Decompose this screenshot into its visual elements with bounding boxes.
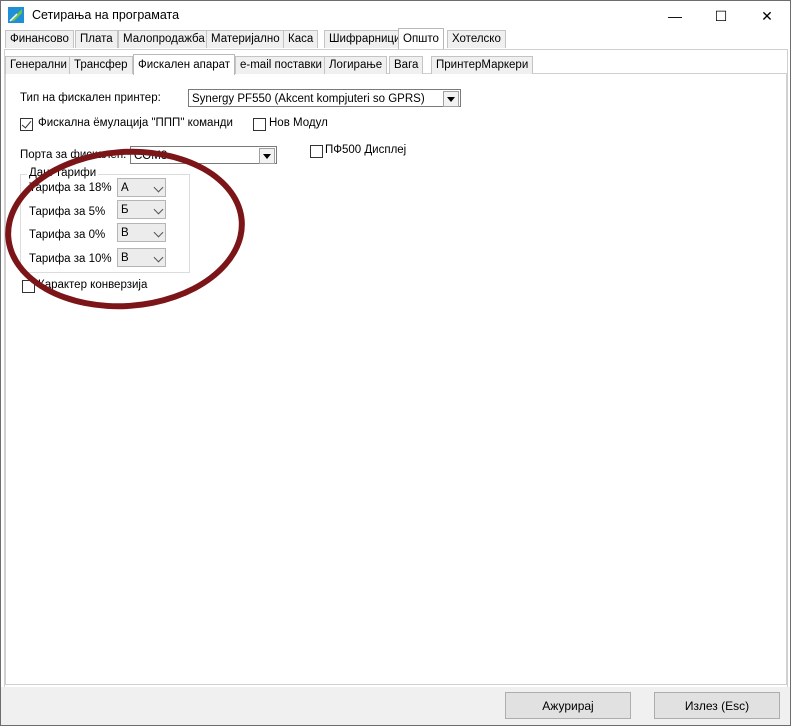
chevron-down-icon	[153, 252, 164, 263]
tab-email-postavki[interactable]: e-mail поставки	[235, 56, 327, 74]
tariff-0-value: В	[121, 227, 129, 239]
port-value: COM3	[134, 150, 168, 162]
port-label: Порта за фискален:	[20, 149, 127, 161]
tab-fiskalen-aparat[interactable]: Фискален апарат	[133, 54, 236, 75]
chevron-down-icon	[153, 204, 164, 215]
tariff-18-value: А	[121, 182, 129, 194]
tab-generalni[interactable]: Генерални	[5, 56, 72, 74]
tariff-18-select[interactable]: А	[117, 178, 166, 197]
pf500-display-checkbox[interactable]	[310, 145, 323, 158]
char-conversion-label: Карактер конверзија	[38, 279, 148, 291]
tariff-10-label: Тарифа за 10%	[29, 253, 112, 265]
maximize-button[interactable]: ☐	[698, 1, 744, 31]
chevron-down-icon	[153, 227, 164, 238]
tariff-5-label: Тарифа за 5%	[29, 206, 106, 218]
tariff-10-select[interactable]: В	[117, 248, 166, 267]
tab-plata[interactable]: Плата	[75, 30, 118, 48]
port-select[interactable]: COM3	[130, 146, 277, 164]
chevron-down-icon[interactable]	[443, 91, 459, 107]
fiscal-commands-checkbox[interactable]	[20, 118, 33, 131]
update-button[interactable]: Ажурирај	[505, 692, 631, 719]
exit-button[interactable]: Излез (Esc)	[654, 692, 780, 719]
tab-logiranje[interactable]: Логирање	[324, 56, 388, 74]
chevron-down-icon	[153, 182, 164, 193]
tariff-5-select[interactable]: Б	[117, 200, 166, 219]
window-title: Сетирања на програмата	[32, 8, 180, 22]
tab-printer-markeri[interactable]: ПринтерМаркери	[431, 56, 534, 74]
tariffs-group-title: Дан. тарифи	[27, 167, 99, 179]
tab-maloprodazba[interactable]: Малопродажба	[118, 30, 210, 48]
tab-hotelsko[interactable]: Хотелско	[447, 30, 506, 48]
new-module-checkbox[interactable]	[253, 118, 266, 131]
tariff-0-select[interactable]: В	[117, 223, 166, 242]
tab-finansovo[interactable]: Финансово	[5, 30, 74, 48]
new-module-label: Нов Модул	[269, 117, 328, 129]
tariff-0-label: Тарифа за 0%	[29, 229, 106, 241]
tab-transfer[interactable]: Трансфер	[69, 56, 133, 74]
tariff-5-value: Б	[121, 204, 129, 216]
close-icon: ✕	[761, 7, 773, 24]
minimize-icon: —	[668, 8, 682, 24]
fiscal-commands-label: Фискална ёмулација "ППП" команди	[38, 117, 233, 129]
sub-tab-panel	[5, 73, 787, 685]
printer-type-label: Тип на фискален принтер:	[20, 92, 161, 104]
chevron-down-icon[interactable]	[259, 148, 275, 164]
pf500-display-label: ПФ500 Дисплеј	[325, 144, 407, 156]
maximize-icon: ☐	[714, 7, 728, 24]
close-button[interactable]: ✕	[744, 1, 790, 31]
tab-vaga[interactable]: Вага	[389, 56, 424, 74]
settings-window: Сетирања на програмата — ☐ ✕ Финансово П…	[0, 0, 791, 726]
tab-materijalno[interactable]: Материјално	[206, 30, 285, 48]
char-conversion-checkbox[interactable]	[22, 280, 35, 293]
app-logo-icon	[8, 7, 24, 23]
printer-type-value: Synergy PF550 (Akcent kompjuteri so GPRS…	[192, 93, 425, 105]
tariff-10-value: В	[121, 252, 129, 264]
printer-type-select[interactable]: Synergy PF550 (Akcent kompjuteri so GPRS…	[188, 89, 461, 107]
minimize-button[interactable]: —	[652, 1, 698, 31]
tab-opsto[interactable]: Општо	[398, 28, 444, 49]
tariff-18-label: Тарифа за 18%	[29, 182, 112, 194]
title-bar: Сетирања на програмата — ☐ ✕	[1, 1, 790, 31]
tab-kasa[interactable]: Каса	[283, 30, 319, 48]
tab-sifrarnici[interactable]: Шифрарници	[324, 30, 406, 48]
bottom-button-bar: Ажурирај Излез (Esc)	[1, 687, 790, 725]
